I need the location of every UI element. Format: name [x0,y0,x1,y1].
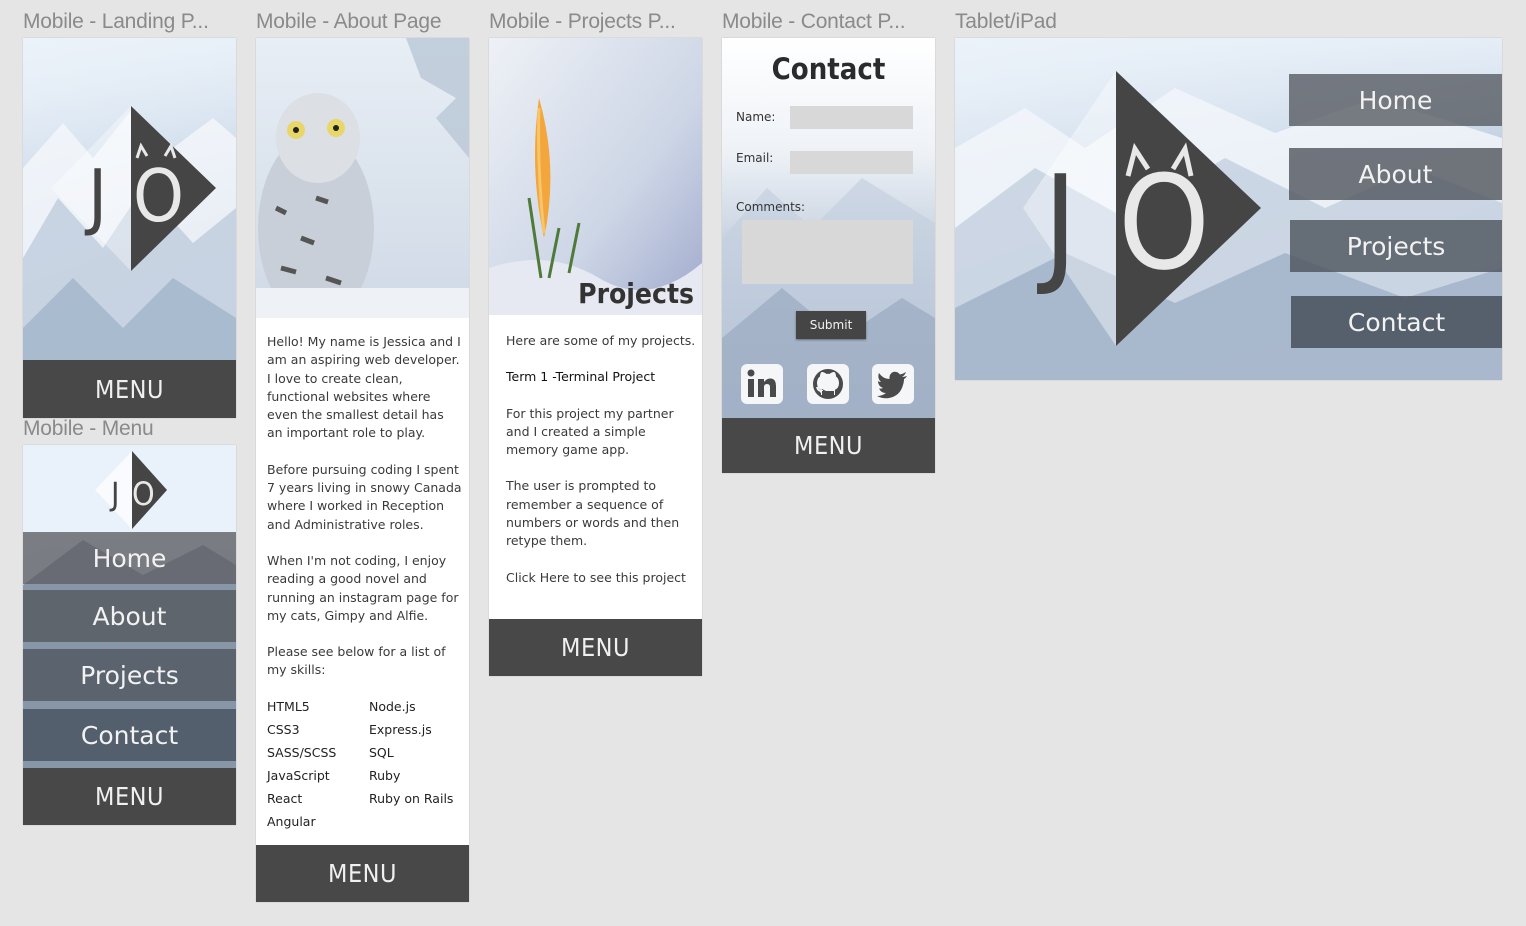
skill-item: Node.js [369,699,416,714]
frame-title-menu: Mobile - Menu [23,417,154,440]
project-title: Term 1 -Terminal Project [506,369,656,385]
menu-nav-projects[interactable]: Projects [23,649,236,701]
email-label: Email: [736,151,774,165]
linkedin-icon[interactable] [741,364,783,404]
frame-title-projects: Mobile - Projects P... [489,10,676,33]
menu-nav-about[interactable]: About [23,590,236,642]
projects-artboard: Projects Here are some of my projects. T… [489,38,702,676]
frame-title-about: Mobile - About Page [256,10,442,33]
skill-item: React [267,791,303,806]
skill-item: SASS/SCSS [267,745,337,760]
tablet-nav-projects[interactable]: Projects [1290,220,1502,272]
projects-content: Here are some of my projects. Term 1 -Te… [506,332,696,605]
frame-title-landing: Mobile - Landing P... [23,10,209,33]
tablet-nav-home[interactable]: Home [1289,74,1502,126]
skill-item: JavaScript [267,768,330,783]
projects-intro: Here are some of my projects. [506,333,696,348]
name-label: Name: [736,110,776,124]
about-paragraph: Before pursuing coding I spent 7 years l… [267,461,462,532]
tablet-nav-contact[interactable]: Contact [1291,296,1502,348]
submit-button[interactable]: Submit [796,311,866,339]
twitter-icon[interactable] [872,364,914,404]
skill-item: SQL [369,745,394,760]
tablet-nav-about[interactable]: About [1289,148,1502,200]
svg-text:J: J [109,475,119,513]
skill-item: CSS3 [267,722,300,737]
projects-menu-button[interactable]: MENU [489,619,702,676]
frame-title-tablet: Tablet/iPad [955,10,1057,33]
tablet-artboard: J O Home About Projects Contact [955,38,1502,380]
about-bio: Hello! My name is Jessica and I am an as… [267,333,462,698]
about-paragraph: When I'm not coding, I enjoy reading a g… [267,552,459,623]
menu-artboard: J O Home About Projects Contact MENU [23,445,236,825]
landing-menu-button[interactable]: MENU [23,360,236,418]
jo-logo: J O [51,106,216,271]
github-icon[interactable] [807,364,849,404]
comments-field[interactable] [742,220,913,284]
skills-list-left: HTML5 CSS3 SASS/SCSS JavaScript React An… [267,695,336,833]
menu-menu-button[interactable]: MENU [23,768,236,825]
contact-menu-button[interactable]: MENU [722,418,935,473]
landing-artboard: J O MENU [23,38,236,418]
contact-artboard: Contact Name: Email: Comments: Submit ME… [722,38,935,473]
logo-letter-o: O [133,154,184,238]
about-menu-button[interactable]: MENU [256,845,469,902]
project-description: For this project my partner and I create… [506,405,674,458]
logo-letter-j: J [84,154,107,238]
menu-nav-home[interactable]: Home [23,532,236,584]
skill-item: HTML5 [267,699,310,714]
project-link[interactable]: Click Here to see this project [506,569,696,587]
about-paragraph: Please see below for a list of my skills… [267,644,446,678]
email-field[interactable] [790,151,913,174]
name-field[interactable] [790,106,913,129]
skills-list-right: Node.js Express.js SQL Ruby Ruby on Rail… [369,695,453,810]
contact-heading: Contact [771,52,886,86]
jo-logo-large: J O [1023,71,1261,346]
about-artboard: Hello! My name is Jessica and I am an as… [256,38,469,902]
skill-item: Angular [267,814,316,829]
jo-logo-small: J O [95,451,167,529]
crocus-photo: Projects [489,38,702,315]
project-description: The user is prompted to remember a seque… [506,478,680,549]
menu-nav-contact[interactable]: Contact [23,709,236,761]
svg-text:O: O [132,475,155,513]
skill-item: Ruby [369,768,401,783]
about-paragraph: Hello! My name is Jessica and I am an as… [267,334,461,441]
owl-photo [256,38,469,318]
skill-item: Express.js [369,722,432,737]
projects-heading: Projects [578,277,694,310]
skill-item: Ruby on Rails [369,791,454,806]
svg-text:J: J [1037,147,1077,299]
comments-label: Comments: [736,200,806,214]
frame-title-contact: Mobile - Contact P... [722,10,906,33]
